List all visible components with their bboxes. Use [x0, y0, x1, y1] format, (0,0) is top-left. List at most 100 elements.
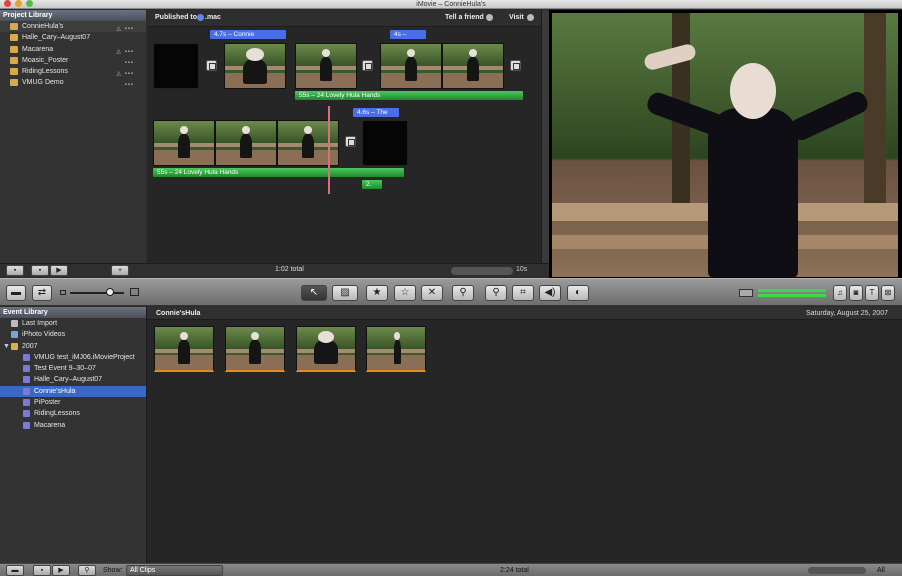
video-clip[interactable] — [442, 43, 504, 89]
reject-button[interactable]: ✕ — [421, 285, 443, 301]
music-track[interactable]: 55s – 24 Lovely Hula Hands — [153, 168, 404, 177]
event-item[interactable]: PiPoster — [0, 397, 146, 408]
project-icon — [10, 68, 18, 76]
project-scrollbar[interactable] — [541, 10, 549, 263]
project-library-header: Project Library — [0, 10, 146, 21]
add-project-button[interactable]: + — [111, 265, 129, 276]
crop-button[interactable]: ⌗ — [512, 285, 534, 301]
event-item[interactable]: Test Event 9–30–07 — [0, 363, 146, 374]
project-item[interactable]: Macarena ◬ ▪▪▪ — [0, 44, 146, 55]
unmark-button[interactable]: ☆ — [394, 285, 416, 301]
project-item[interactable]: ConnieHula's ◬ ▪▪▪ — [0, 21, 146, 33]
video-clip[interactable] — [215, 120, 277, 166]
project-item-label: Macarena — [22, 45, 54, 53]
show-event-list-button[interactable]: ▬ — [6, 565, 24, 576]
music-browser-button[interactable]: ♫ — [833, 285, 847, 301]
zoom-value: 10s — [516, 266, 528, 273]
event-icon — [23, 387, 30, 395]
event-library-header: Event Library — [0, 307, 146, 318]
video-clip[interactable] — [153, 120, 215, 166]
favorite-button[interactable]: ★ — [366, 285, 388, 301]
play-fullscreen-button[interactable]: ▪ — [31, 265, 49, 276]
event-item[interactable]: VMUG test_iMJ06.iMovieProject — [0, 352, 146, 363]
camera-import-button[interactable]: ▬ — [6, 285, 26, 301]
keyword-button[interactable]: ⚲ — [452, 285, 474, 301]
event-icon — [23, 421, 30, 429]
audio-level-meter — [758, 289, 826, 292]
black-clip[interactable] — [153, 43, 199, 89]
video-clip[interactable] — [224, 43, 286, 89]
event-icon — [23, 399, 30, 407]
event-library-divider — [146, 307, 147, 563]
playhead[interactable] — [328, 106, 330, 194]
thumbnail-size-large-icon — [130, 288, 139, 296]
voiceover-button[interactable]: ⚲ — [485, 285, 507, 301]
transition-icon[interactable] — [362, 60, 373, 71]
music-track[interactable]: 55s – 24 Lovely Hula Hands — [295, 91, 523, 100]
thumbnail-size-slider[interactable] — [70, 292, 124, 294]
photo-browser-button[interactable]: ◙ — [849, 285, 863, 301]
tell-friend-link[interactable]: Tell a friend — [445, 14, 484, 21]
published-destination: .mac — [205, 14, 221, 21]
play-button[interactable]: ▶ — [52, 565, 70, 576]
search-button[interactable]: ⚲ — [78, 565, 96, 576]
last-import-icon — [11, 320, 18, 327]
event-item-label: RidingLessons — [34, 410, 80, 418]
zoom-slider[interactable] — [808, 567, 866, 574]
event-clip[interactable] — [225, 326, 285, 372]
play-fullscreen-button[interactable]: ▪ — [33, 565, 51, 576]
clip-title-tag[interactable]: 4.7s – Connie — [210, 30, 286, 39]
event-clip[interactable] — [296, 326, 356, 372]
visit-link[interactable]: Visit — [509, 14, 524, 21]
black-clip[interactable] — [362, 120, 408, 166]
play-button[interactable]: ▶ — [50, 265, 68, 276]
zoom-all-label: All — [877, 567, 885, 574]
music-marker[interactable]: 2. — [362, 180, 382, 189]
event-date: Saturday, August 25, 2007 — [806, 310, 888, 317]
video-preview[interactable] — [549, 10, 902, 278]
show-filter-select[interactable]: All Clips — [126, 565, 223, 576]
swap-button[interactable]: ⇄ — [32, 285, 52, 301]
arrow-tool-button[interactable]: ↖ — [301, 285, 327, 301]
event-item-selected[interactable]: Connie'sHula — [0, 385, 146, 398]
event-icon — [23, 376, 30, 384]
event-item[interactable]: Last Import — [0, 318, 146, 329]
project-item-label: Moasic_Poster — [22, 56, 69, 64]
event-item-label: PiPoster — [34, 399, 61, 407]
transition-browser-button[interactable]: ⊠ — [881, 285, 895, 301]
person-body — [708, 108, 798, 277]
status-bar: ▬ ▪ ▶ ⚲ Show: All Clips 2:24 total All — [0, 563, 902, 576]
clip-title-tag[interactable]: 4s – — [390, 30, 426, 39]
event-year[interactable]: ▼ 2007 — [0, 341, 146, 352]
preview-frame — [552, 13, 898, 277]
project-item[interactable]: Halle_Cary–August07 — [0, 32, 146, 43]
show-filter-value: All Clips — [130, 567, 156, 574]
audio-button[interactable]: ◀) — [539, 285, 561, 301]
project-item[interactable]: VMUG Demo ▪▪▪ — [0, 77, 146, 88]
transition-icon[interactable] — [345, 136, 356, 147]
event-clip[interactable] — [154, 326, 214, 372]
zoom-slider[interactable] — [451, 267, 513, 275]
event-item[interactable]: Macarena — [0, 420, 146, 431]
select-entire-clip-button[interactable]: ▨ — [332, 285, 358, 301]
event-total-duration: 2:24 total — [500, 567, 529, 574]
transition-icon[interactable] — [510, 60, 521, 71]
disclosure-triangle-icon[interactable]: ▼ — [3, 341, 10, 352]
camera-import-button[interactable]: ▪ — [6, 265, 24, 276]
event-clip[interactable] — [366, 326, 426, 372]
video-clip[interactable] — [295, 43, 357, 89]
event-item-label: iPhoto Videos — [22, 331, 66, 339]
event-item[interactable]: Halle_Cary–August07 — [0, 374, 146, 385]
video-adjust-button[interactable]: ◐ — [567, 285, 589, 301]
project-item[interactable]: Moasic_Poster ▪▪▪ — [0, 55, 146, 66]
clip-title-tag[interactable]: 4.6s – The — [353, 108, 399, 117]
transition-icon[interactable] — [206, 60, 217, 71]
title-browser-button[interactable]: T — [865, 285, 879, 301]
thumbnail-slider-knob[interactable] — [106, 288, 114, 296]
project-icon — [10, 56, 18, 64]
project-item[interactable]: RidingLessons ◬ ▪▪▪ — [0, 66, 146, 77]
event-item[interactable]: RidingLessons — [0, 408, 146, 419]
event-item[interactable]: iPhoto Videos — [0, 329, 146, 340]
video-clip[interactable] — [380, 43, 442, 89]
project-icon — [10, 79, 18, 87]
